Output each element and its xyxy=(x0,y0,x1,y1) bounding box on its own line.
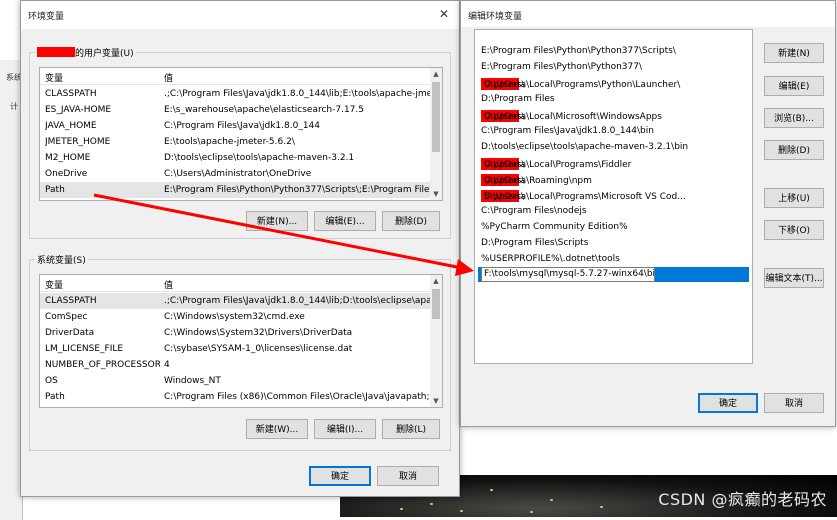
table-row-selected[interactable]: Path E:\Program Files\Python\Python377\Sc… xyxy=(40,182,430,198)
cancel-button[interactable]: 取消 xyxy=(764,393,824,413)
move-up-button[interactable]: 上移(U) xyxy=(764,188,824,208)
scrollbar[interactable]: ▲ ▼ xyxy=(430,275,442,407)
title-bar[interactable]: 环境变量 ✕ xyxy=(21,1,459,29)
list-item[interactable]: %PyCharm Community Edition% xyxy=(478,220,749,235)
table-row[interactable]: LM_LICENSE_FILE C:\sybase\SYSAM-1_0\licen… xyxy=(40,341,430,357)
move-down-button[interactable]: 下移(O) xyxy=(764,220,824,240)
window-title: 环境变量 xyxy=(28,12,65,22)
column-header-variable[interactable]: 变量 xyxy=(45,71,63,84)
delete-system-variable-button[interactable]: 删除(L) xyxy=(382,419,440,439)
close-icon[interactable]: ✕ xyxy=(439,7,449,21)
list-item[interactable]: E:\Program Files\Python\Python377\Script… xyxy=(478,44,749,59)
list-header: 变量 值 xyxy=(40,68,442,85)
column-header-variable[interactable]: 变量 xyxy=(45,278,63,291)
path-entry-input[interactable]: F:\tools\mysql\mysql-5.7.27-winx64\bin xyxy=(481,267,655,282)
list-item[interactable]: C:\Program Files\Java\jdk1.8.0_144\bin xyxy=(478,124,749,139)
list-item-editing[interactable]: F:\tools\mysql\mysql-5.7.27-winx64\bin xyxy=(478,267,749,282)
scrollbar[interactable]: ▲ ▼ xyxy=(430,68,442,200)
list-header: 变量 值 xyxy=(40,275,442,292)
list-item[interactable]: C:\Users\ \AppData\Roaming\npm xyxy=(478,172,749,187)
environment-variables-window: 环境变量 ✕ 的用户变量(U) 变量 值 CLASSPATH .;C:\Progr… xyxy=(20,0,460,497)
table-row[interactable]: Path C:\Program Files (x86)\Common Files\… xyxy=(40,389,430,405)
list-item[interactable]: D:\tools\eclipse\tools\apache-maven-3.2.… xyxy=(478,140,749,155)
list-item[interactable]: D:\Program Files\Scripts xyxy=(478,236,749,251)
list-item[interactable]: C:\Program Files\nodejs xyxy=(478,204,749,219)
edit-environment-variable-window: 编辑环境变量 E:\Program Files\Python\Python377… xyxy=(460,0,836,427)
system-variables-list[interactable]: 变量 值 CLASSPATH .;C:\Program Files\Java\jd… xyxy=(39,274,443,408)
edit-text-button[interactable]: 编辑文本(T)... xyxy=(764,268,824,288)
browse-button[interactable]: 浏览(B)... xyxy=(764,108,824,128)
list-item[interactable]: C:\Users\ \AppData\Local\Programs\Fiddler xyxy=(478,156,749,171)
user-variables-list[interactable]: 变量 值 CLASSPATH .;C:\Program Files\Java\jd… xyxy=(39,67,443,201)
edit-system-variable-button[interactable]: 编辑(I)... xyxy=(314,419,376,439)
edit-entry-button[interactable]: 编辑(E) xyxy=(764,76,824,96)
new-system-variable-button[interactable]: 新建(W)... xyxy=(246,419,308,439)
table-row[interactable]: OneDrive C:\Users\Administrator\OneDrive xyxy=(40,166,430,182)
scroll-thumb[interactable] xyxy=(432,289,440,319)
scroll-up-icon[interactable]: ▲ xyxy=(430,275,442,287)
new-entry-button[interactable]: 新建(N) xyxy=(764,43,824,63)
list-item[interactable]: C:\Users\ \AppData\Local\Microsoft\Window… xyxy=(478,108,749,123)
redacted-username xyxy=(37,47,75,57)
scroll-down-icon[interactable]: ▼ xyxy=(430,395,442,407)
ok-button[interactable]: 确定 xyxy=(309,466,371,486)
table-row[interactable]: JAVA_HOME C:\Program Files\Java\jdk1.8.0_… xyxy=(40,118,430,134)
title-bar[interactable]: 编辑环境变量 xyxy=(461,1,835,27)
watermark: CSDN @疯癫的老码农 xyxy=(658,490,827,509)
scroll-up-icon[interactable]: ▲ xyxy=(430,68,442,80)
list-item[interactable]: D:\Program Files xyxy=(478,92,749,107)
delete-user-variable-button[interactable]: 删除(D) xyxy=(382,211,440,231)
table-row[interactable]: NUMBER_OF_PROCESSORS 4 xyxy=(40,357,430,373)
table-row-selected[interactable]: CLASSPATH .;C:\Program Files\Java\jdk1.8.… xyxy=(40,293,430,309)
table-row[interactable]: M2_HOME D:\tools\eclipse\tools\apache-mav… xyxy=(40,150,430,166)
list-item[interactable]: C:\Users\ \AppData\Local\Programs\Python\… xyxy=(478,76,749,91)
system-variables-label: 系统变量(S) xyxy=(35,253,88,266)
window-title: 编辑环境变量 xyxy=(468,12,523,22)
column-header-value[interactable]: 值 xyxy=(164,278,173,291)
ok-button[interactable]: 确定 xyxy=(698,393,758,413)
edit-user-variable-button[interactable]: 编辑(E)... xyxy=(314,211,376,231)
path-entries-list[interactable]: E:\Program Files\Python\Python377\Script… xyxy=(474,29,753,364)
table-row[interactable]: OS Windows_NT xyxy=(40,373,430,389)
table-row[interactable]: ComSpec C:\Windows\system32\cmd.exe xyxy=(40,309,430,325)
delete-entry-button[interactable]: 删除(D) xyxy=(764,140,824,160)
table-row[interactable]: JMETER_HOME E:\tools\apache-jmeter-5.6.2\ xyxy=(40,134,430,150)
table-row[interactable]: ES_JAVA-HOME E:\s_warehouse\apache\elasti… xyxy=(40,102,430,118)
table-row[interactable]: CLASSPATH .;C:\Program Files\Java\jdk1.8.… xyxy=(40,86,430,102)
list-item[interactable]: E:\Program Files\Python\Python377\ xyxy=(478,60,749,75)
new-user-variable-button[interactable]: 新建(N)... xyxy=(246,211,308,231)
scroll-down-icon[interactable]: ▼ xyxy=(430,188,442,200)
background-window-tab-label: 计 xyxy=(10,102,18,111)
cancel-button[interactable]: 取消 xyxy=(377,466,439,486)
user-variables-label: 的用户变量(U) xyxy=(35,46,136,59)
scroll-thumb[interactable] xyxy=(432,82,440,152)
table-row[interactable]: DriverData C:\Windows\System32\Drivers\Dr… xyxy=(40,325,430,341)
list-item[interactable]: E:\Users\ \AppData\Local\Programs\Microso… xyxy=(478,188,749,203)
list-item[interactable]: %USERPROFILE%\.dotnet\tools xyxy=(478,252,749,267)
column-header-value[interactable]: 值 xyxy=(164,71,173,84)
